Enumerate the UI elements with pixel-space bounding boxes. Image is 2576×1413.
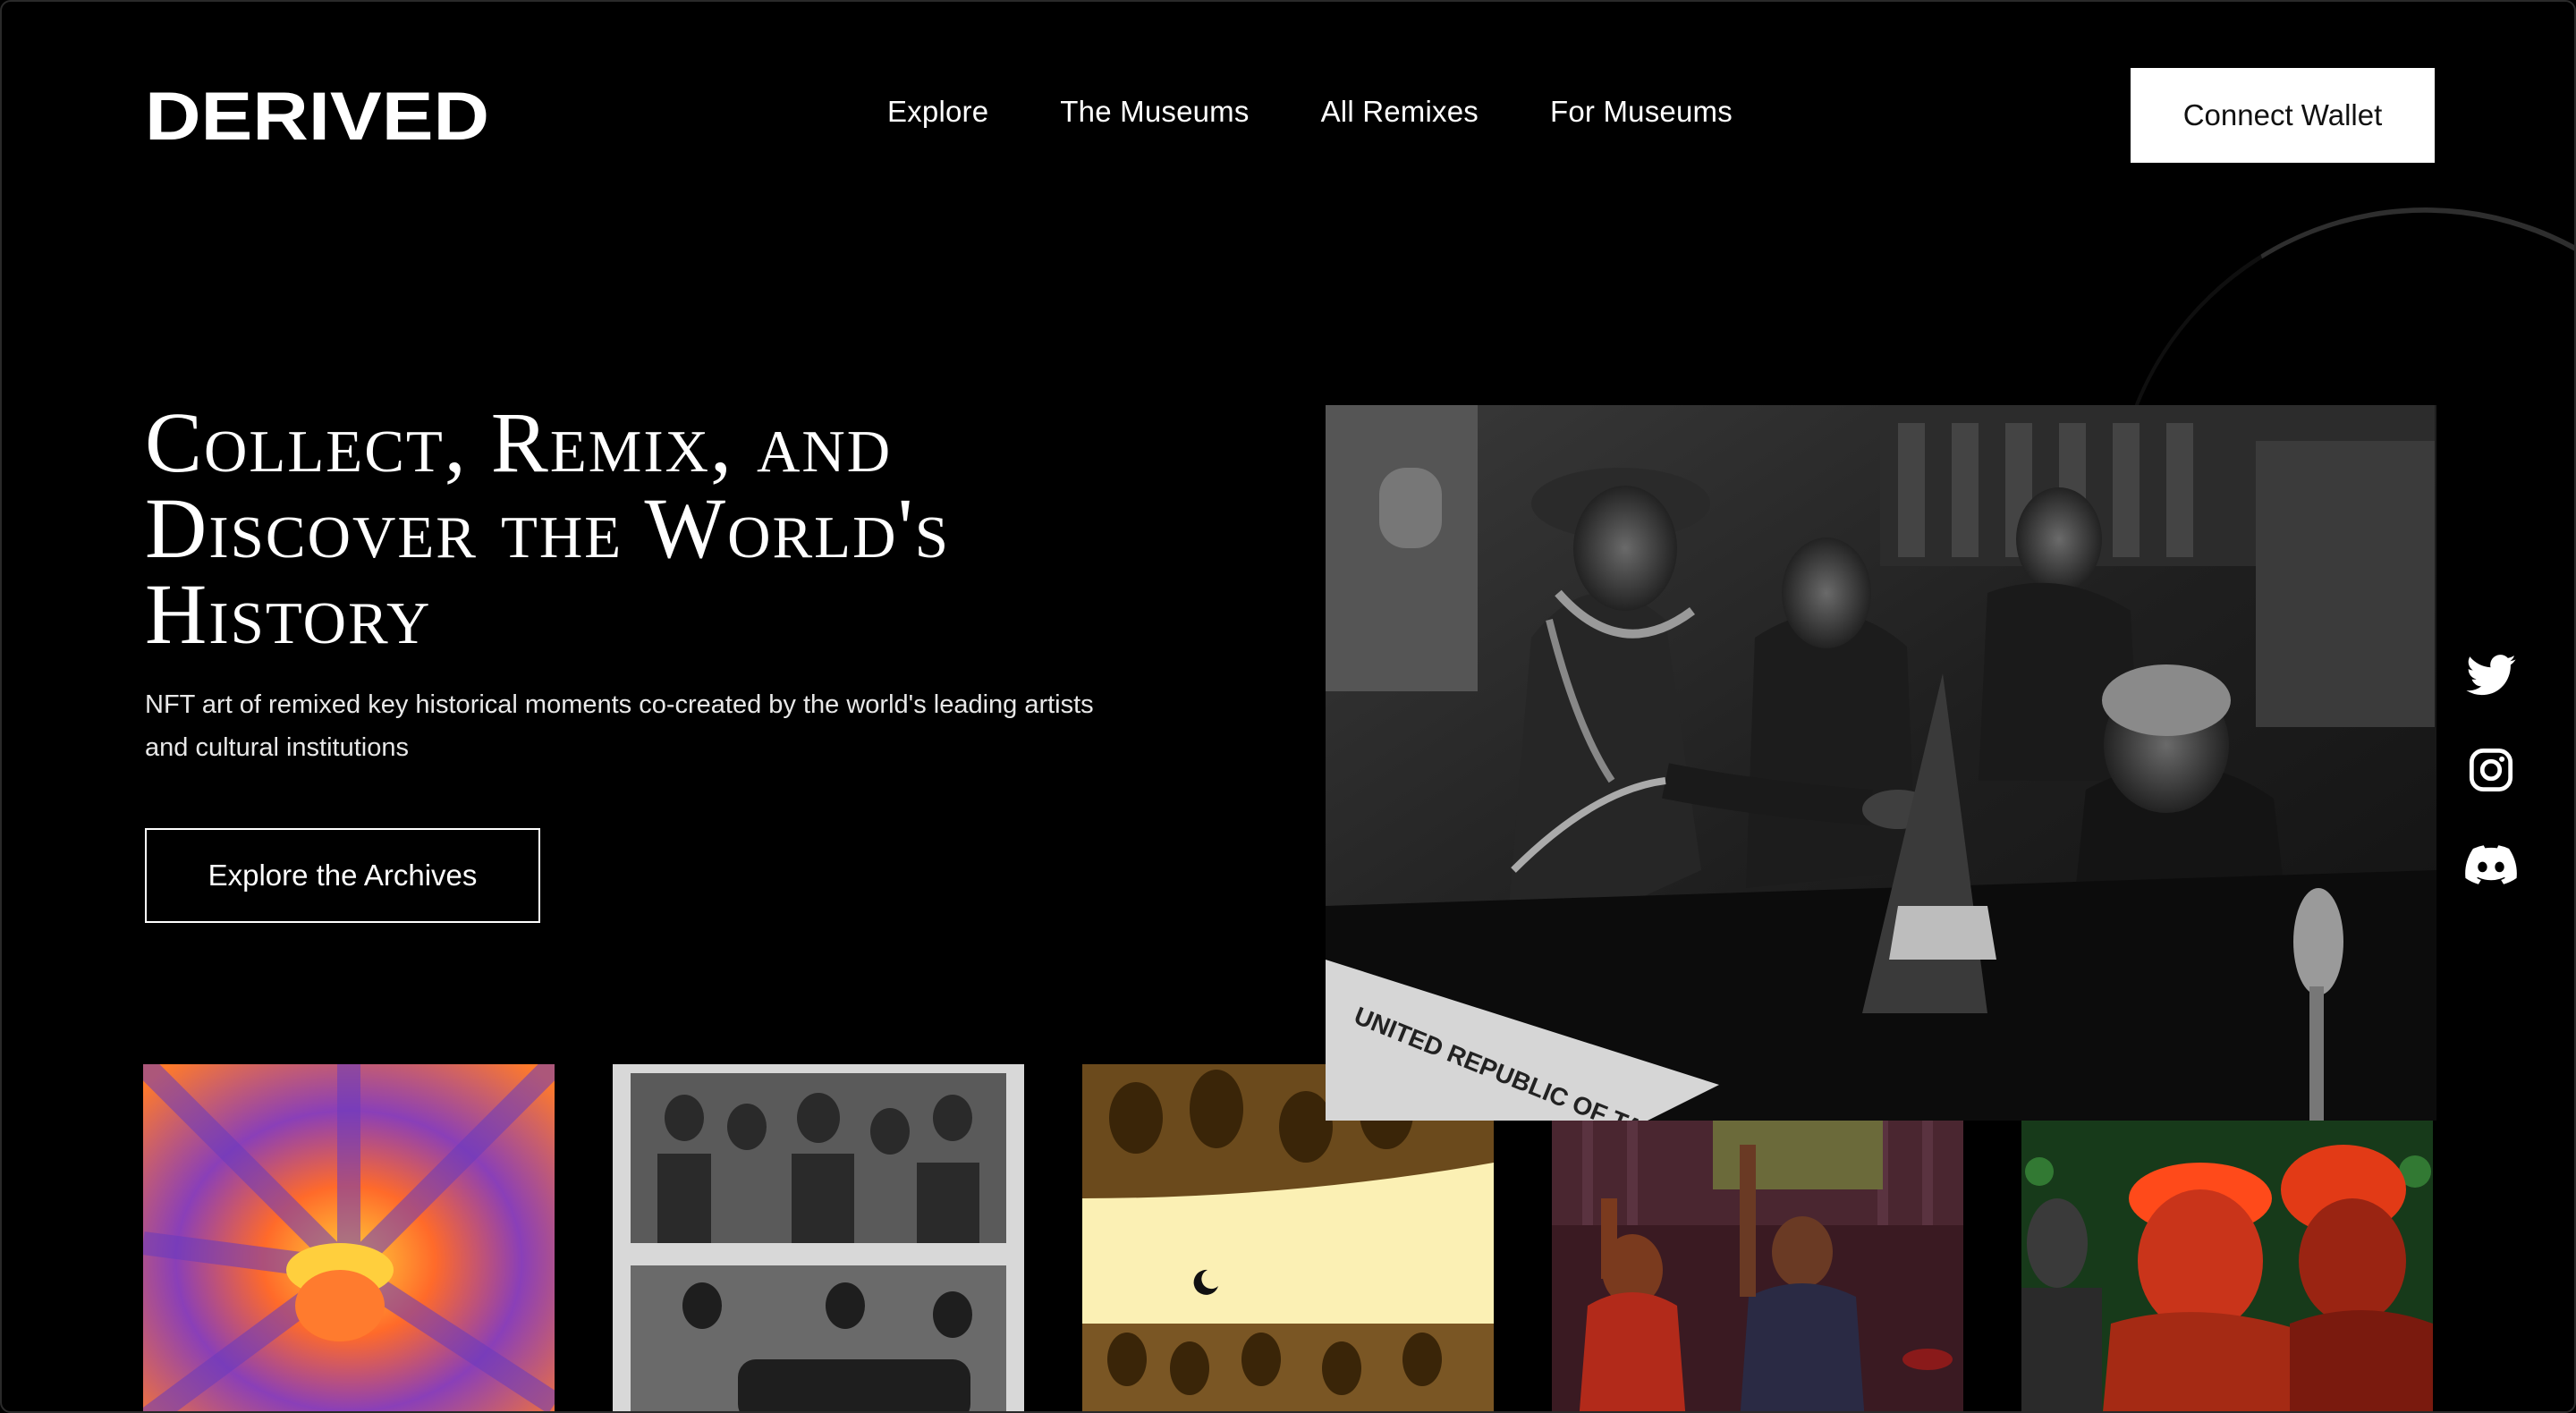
explore-archives-button[interactable]: Explore the Archives: [145, 828, 540, 923]
nav-all-remixes[interactable]: All Remixes: [1321, 95, 1479, 129]
discord-glyph: [2465, 845, 2517, 884]
hero-photo[interactable]: UNITED REPUBLIC OF TANZANIA: [1326, 405, 2436, 1121]
social-links: [2465, 651, 2517, 889]
psychedelic-crown-art: [143, 1064, 555, 1411]
main-nav: Explore The Museums All Remixes For Muse…: [887, 95, 1733, 129]
twitter-icon[interactable]: [2465, 651, 2517, 699]
app-window: DERIVED Explore The Museums All Remixes …: [0, 0, 2576, 1413]
hero-photo-art: UNITED REPUBLIC OF TANZANIA: [1326, 405, 2436, 1121]
logo-text: DERIVED: [145, 88, 489, 143]
gallery-item-newspaper-collage[interactable]: [613, 1064, 1024, 1411]
nav-for-museums[interactable]: For Museums: [1550, 95, 1733, 129]
instagram-glyph: [2469, 748, 2513, 792]
nav-the-museums[interactable]: The Museums: [1060, 95, 1249, 129]
hero-subtitle: NFT art of remixed key historical moment…: [145, 683, 1182, 769]
hero-subtitle-line1: NFT art of remixed key historical moment…: [145, 690, 1094, 719]
twitter-glyph: [2466, 655, 2516, 696]
gallery-item-psychedelic-crown[interactable]: [143, 1064, 555, 1411]
connect-wallet-button[interactable]: Connect Wallet: [2131, 68, 2435, 163]
hero-title: Collect, Remix, and Discover the World's…: [145, 394, 951, 662]
newspaper-collage-art: [613, 1064, 1024, 1411]
discord-icon[interactable]: [2465, 841, 2517, 889]
hero-subtitle-line2: and cultural institutions: [145, 733, 409, 762]
instagram-icon[interactable]: [2465, 746, 2517, 794]
nav-explore[interactable]: Explore: [887, 95, 988, 129]
derived-logo[interactable]: DERIVED: [145, 88, 489, 143]
